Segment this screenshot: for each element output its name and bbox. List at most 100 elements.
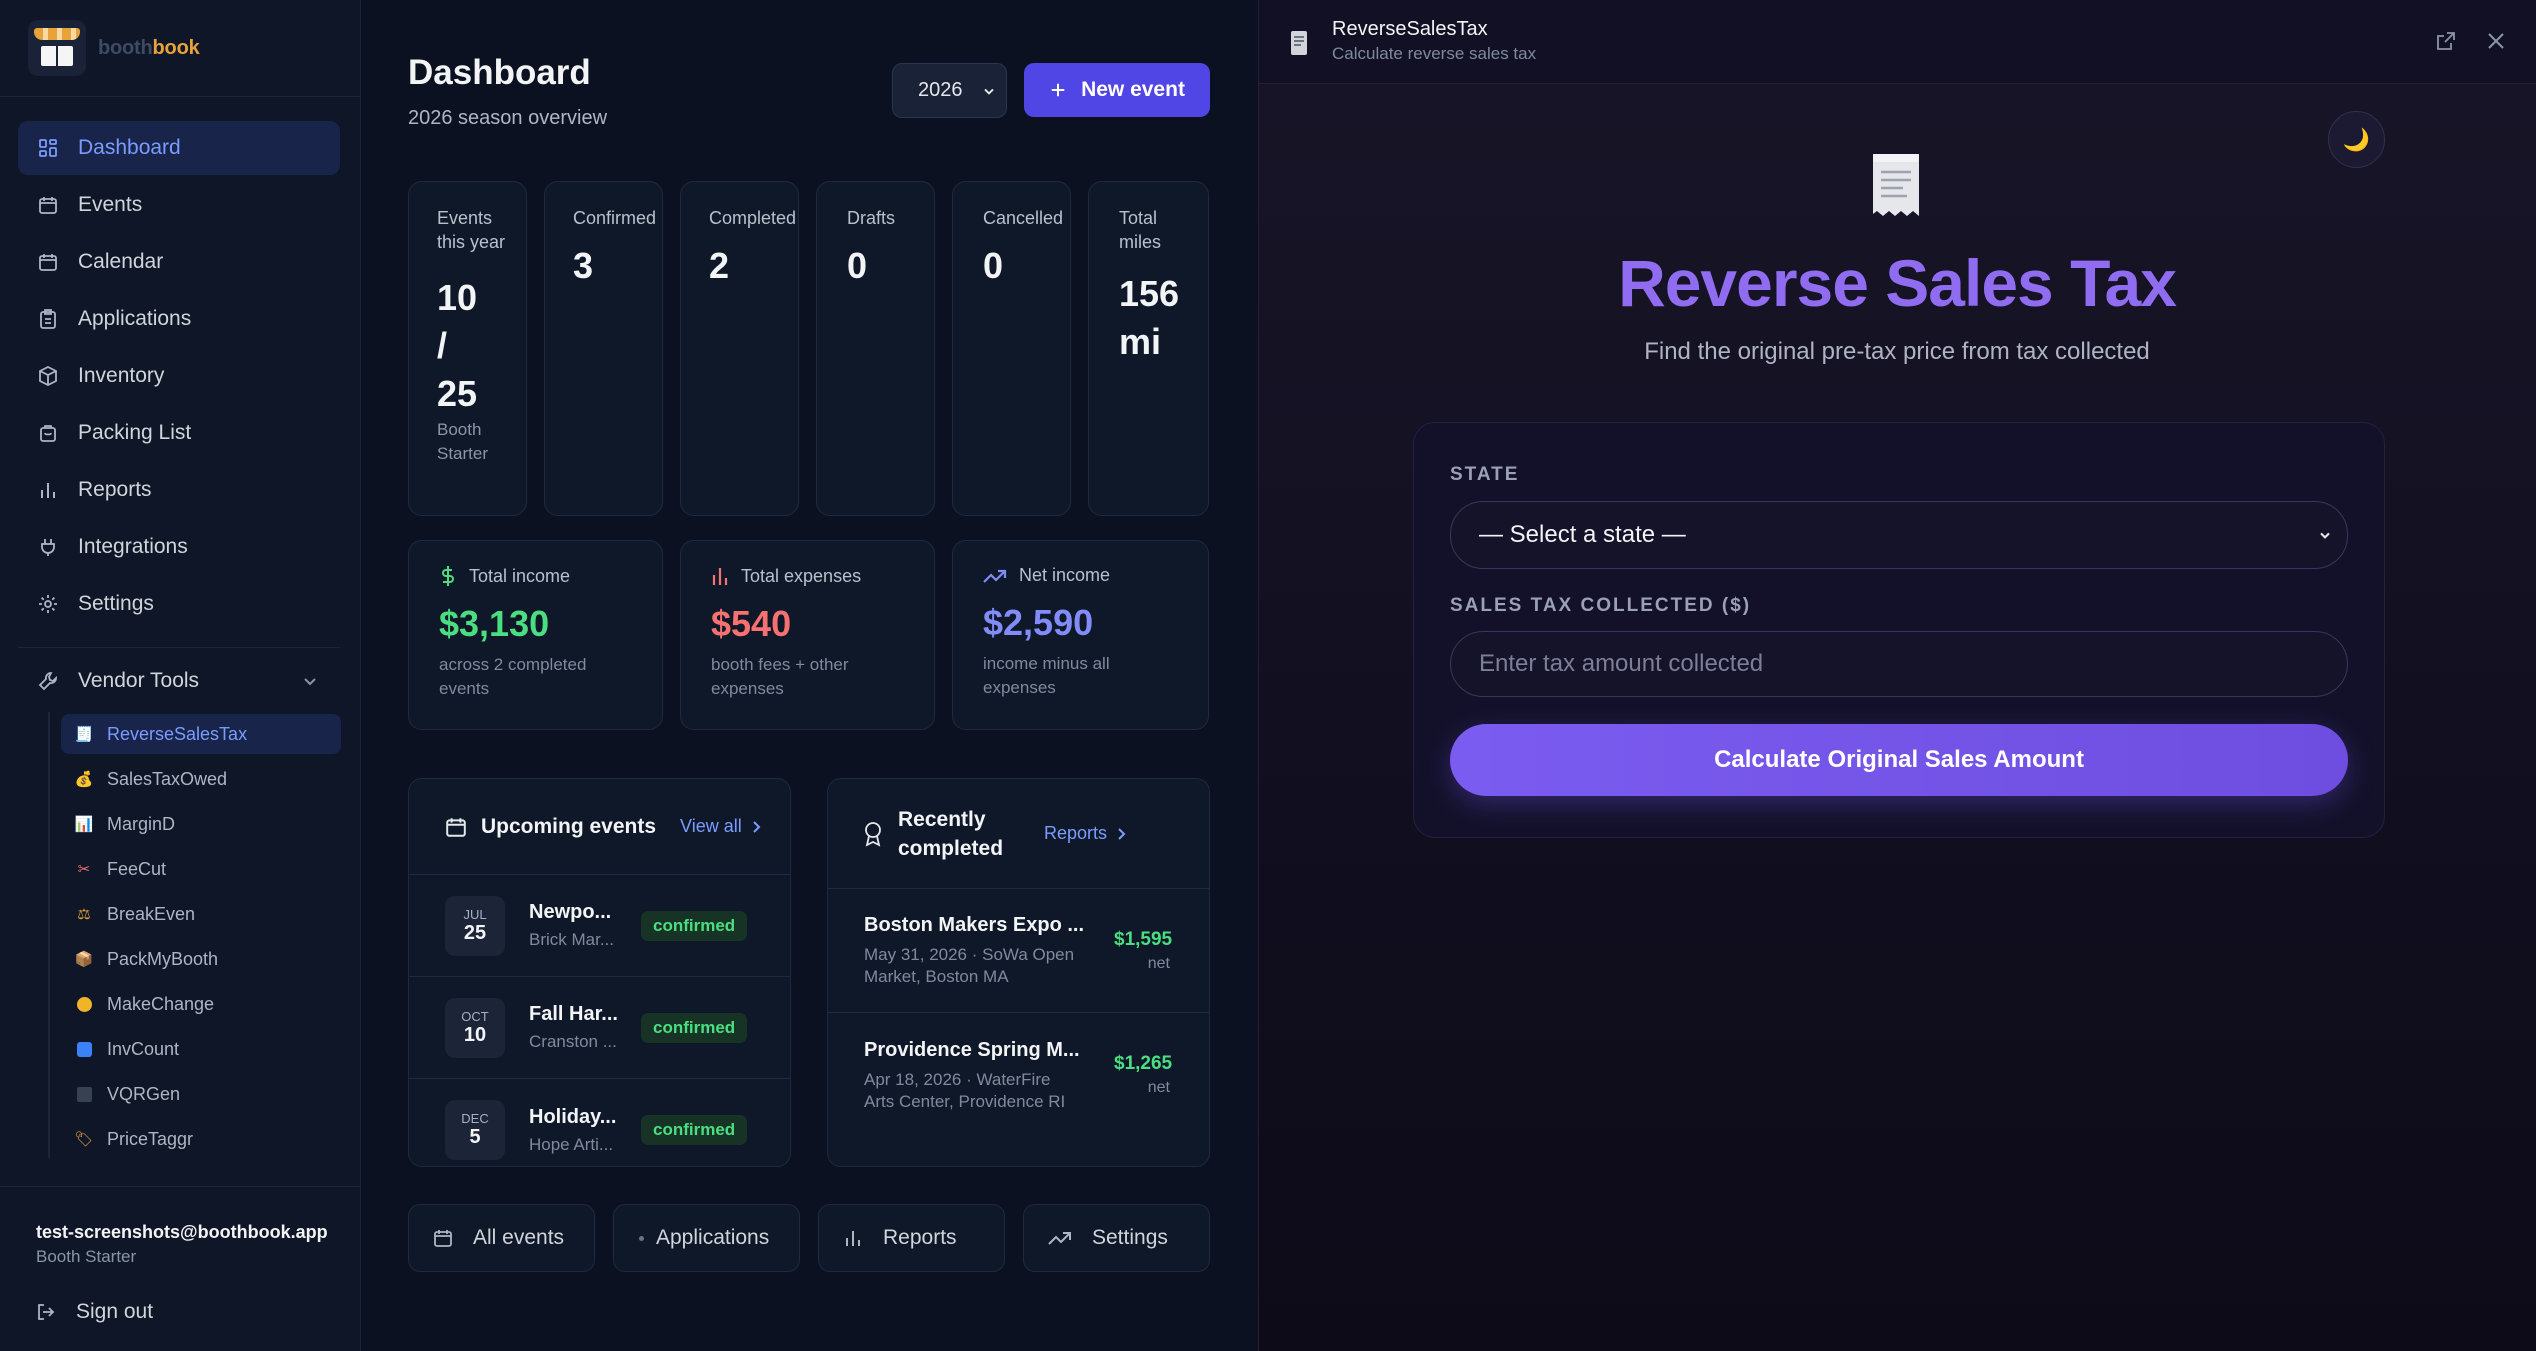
nav-label: Applications — [78, 307, 192, 330]
money-sub: booth fees + other expenses — [711, 655, 849, 698]
nav-applications[interactable]: Applications — [18, 292, 340, 346]
completed-event-row[interactable]: Boston Makers Expo ... May 31, 2026 · SoW… — [828, 889, 1209, 1013]
upcoming-events-card: Upcoming events View all JUL 25 Newpo... B… — [408, 778, 791, 1167]
tool-label: MakeChange — [107, 993, 215, 1014]
tax-amount-placeholder: Enter tax amount collected — [1479, 650, 1764, 677]
external-link-icon[interactable] — [2436, 31, 2456, 51]
nav-reports[interactable]: Reports — [18, 463, 340, 517]
panel-subtitle: Calculate reverse sales tax — [1332, 44, 1537, 63]
calendar-icon — [39, 197, 57, 214]
event-meta: Market, Boston MA — [864, 967, 1009, 986]
net-label: net — [1147, 954, 1170, 972]
quick-reports-button[interactable]: Reports — [818, 1204, 1005, 1272]
panel-title: ReverseSalesTax — [1332, 18, 1488, 40]
tool-margind[interactable]: 📊 MarginD — [61, 804, 341, 844]
new-event-button[interactable]: New event — [1024, 63, 1210, 117]
tool-label: PackMyBooth — [107, 948, 219, 969]
coin-icon — [75, 995, 93, 1013]
numbers-icon — [75, 1040, 93, 1058]
tool-label: BreakEven — [107, 903, 196, 924]
sign-out-label: Sign out — [76, 1300, 154, 1323]
money-bag-icon: 💰 — [74, 771, 94, 788]
nav-settings[interactable]: Settings — [18, 577, 340, 631]
tool-makechange[interactable]: MakeChange — [61, 984, 341, 1024]
recent-title: Recently completed — [898, 807, 1004, 860]
stat-label: Confirmed — [573, 208, 657, 228]
money-label: Total expenses — [741, 565, 862, 586]
qr-icon — [75, 1085, 93, 1103]
event-name: Holiday... — [529, 1105, 617, 1128]
reports-link[interactable]: Reports — [1044, 823, 1127, 844]
upcoming-event-row[interactable]: OCT 10 Fall Har... Cranston ... confirmed — [409, 977, 790, 1079]
tool-label: SalesTaxOwed — [107, 768, 228, 789]
tool-pricetaggr[interactable]: 🏷 PriceTaggr — [61, 1119, 341, 1159]
tool-label: PriceTaggr — [107, 1128, 194, 1149]
quick-label: Settings — [1092, 1226, 1168, 1249]
brand-logo[interactable]: boothbook — [28, 20, 200, 76]
stat-label: Cancelled — [983, 208, 1064, 228]
gear-icon — [39, 595, 57, 613]
completed-event-row[interactable]: Providence Spring M... Apr 18, 2026 · Wat… — [828, 1013, 1209, 1137]
tool-reversesalestax[interactable]: 🧾 ReverseSalesTax — [61, 714, 341, 754]
theme-toggle-button[interactable]: 🌙 — [2328, 111, 2385, 168]
calculate-button[interactable]: Calculate Original Sales Amount — [1450, 724, 2348, 796]
box-icon — [39, 366, 57, 386]
money-value: $540 — [711, 603, 792, 644]
money-sub: across 2 completed events — [439, 655, 587, 698]
upcoming-event-row[interactable]: JUL 25 Newpo... Brick Mar... confirmed — [409, 875, 790, 977]
stat-value: 3 — [573, 245, 594, 286]
net-amount: $1,595 — [1114, 928, 1173, 950]
nav-label: Calendar — [78, 250, 164, 273]
bag-icon — [40, 425, 56, 442]
net-label: net — [1147, 1079, 1170, 1096]
nav-integrations[interactable]: Integrations — [18, 520, 340, 574]
quick-applications-button[interactable]: Applications — [613, 1204, 800, 1272]
event-meta: Apr 18, 2026 · WaterFire — [864, 1069, 1051, 1089]
tool-vqrgen[interactable]: VQRGen — [61, 1074, 341, 1114]
close-icon[interactable] — [2487, 32, 2505, 50]
calendar-icon — [434, 1230, 452, 1247]
view-all-link[interactable]: View all — [680, 816, 762, 837]
event-name: Providence Spring M... — [864, 1038, 1080, 1061]
plug-icon — [41, 539, 55, 556]
tool-packmybooth[interactable]: 📦 PackMyBooth — [61, 939, 341, 979]
nav-dashboard[interactable]: Dashboard — [18, 121, 340, 175]
stat-label: Total miles — [1119, 208, 1162, 252]
panel-header: ReverseSalesTax Calculate reverse sales … — [1259, 0, 2536, 84]
state-select[interactable]: — Select a state — — [1450, 501, 2348, 569]
nav-label: Packing List — [78, 421, 192, 444]
tool-breakeven[interactable]: ⚖ BreakEven — [61, 894, 341, 934]
nav-label: Reports — [78, 478, 152, 501]
state-label: STATE — [1450, 464, 1520, 485]
hero-receipt-icon — [1863, 148, 1929, 224]
tax-label: SALES TAX COLLECTED ($) — [1450, 595, 1752, 616]
nav-packing-list[interactable]: Packing List — [18, 406, 340, 460]
stat-value: 2 — [709, 245, 730, 286]
bar-chart-icon — [846, 1231, 860, 1246]
tool-label: MarginD — [107, 813, 176, 834]
event-place: Brick Mar... — [529, 930, 615, 949]
calendar-icon — [39, 254, 57, 271]
nav-label: Settings — [78, 592, 154, 615]
event-meta: May 31, 2026 · SoWa Open — [864, 945, 1075, 964]
nav-calendar[interactable]: Calendar — [18, 235, 340, 289]
nav-inventory[interactable]: Inventory — [18, 349, 340, 403]
money-value: $2,590 — [983, 602, 1094, 643]
quick-settings-button[interactable]: Settings — [1023, 1204, 1210, 1272]
year-value: 2026 — [918, 79, 963, 101]
net-income-card: Net income $2,590 income minus all expen… — [952, 540, 1209, 730]
vendor-tools-toggle[interactable]: Vendor Tools — [18, 654, 340, 708]
tax-amount-input[interactable]: Enter tax amount collected — [1450, 631, 2348, 697]
stat-value: 10 / 25 — [437, 277, 478, 414]
nav-events[interactable]: Events — [18, 178, 340, 232]
dot-icon — [639, 1235, 644, 1241]
year-select[interactable]: 2026 — [892, 63, 1007, 118]
money-label: Total income — [469, 565, 571, 586]
tool-feecut[interactable]: ✂ FeeCut — [61, 849, 341, 889]
tool-salestaxowed[interactable]: 💰 SalesTaxOwed — [61, 759, 341, 799]
upcoming-event-row[interactable]: DEC 5 Holiday... Hope Arti... confirmed — [409, 1079, 790, 1166]
quick-all-events-button[interactable]: All events — [408, 1204, 595, 1272]
tool-invcount[interactable]: InvCount — [61, 1029, 341, 1069]
stat-value: 156 mi — [1119, 273, 1180, 362]
sign-out-button[interactable]: Sign out — [36, 1300, 153, 1324]
